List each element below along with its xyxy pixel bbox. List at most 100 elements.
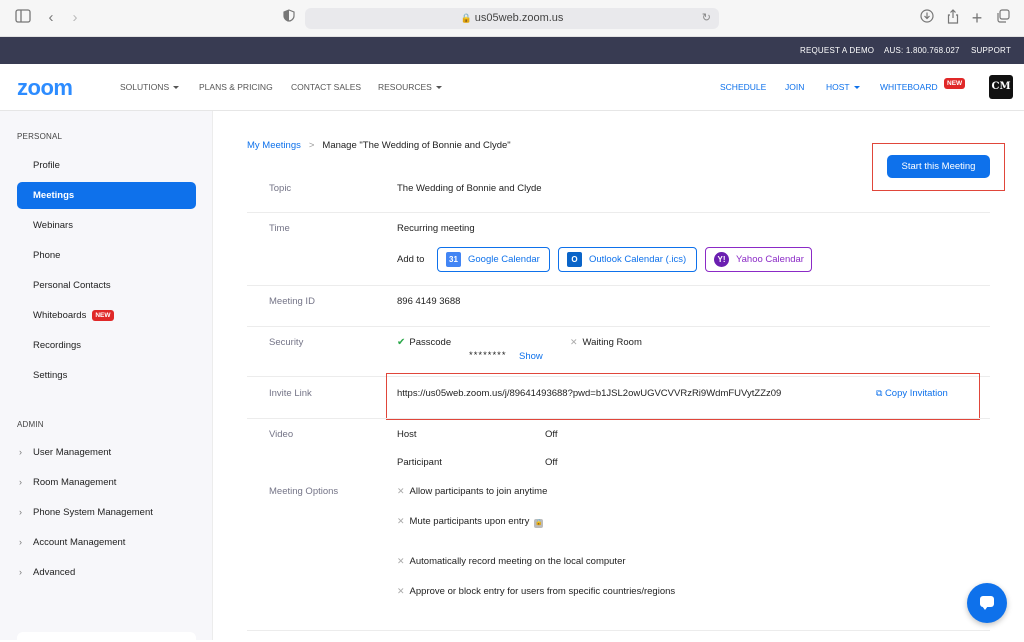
sidebar-item-settings[interactable]: Settings [17, 362, 196, 389]
sidebar-item-meetings[interactable]: Meetings [17, 182, 196, 209]
new-badge: NEW [92, 310, 114, 321]
topic-value: The Wedding of Bonnie and Clyde [397, 183, 542, 194]
divider [247, 630, 990, 631]
check-icon: ✔ [397, 337, 406, 348]
sidebar-item-webinars[interactable]: Webinars [17, 212, 196, 239]
personal-heading: PERSONAL [17, 132, 63, 141]
sidebar-item-label: Account Management [33, 537, 126, 548]
lock-icon: 🔒 [534, 519, 544, 528]
nav-whiteboard[interactable]: WHITEBOARD [880, 64, 938, 111]
share-icon[interactable] [944, 9, 962, 27]
sidebar-item-phone-system-management[interactable]: › Phone System Management [19, 507, 153, 518]
topic-label: Topic [269, 183, 292, 194]
option-approve-block-regions: ✕ Approve or block entry for users from s… [397, 586, 675, 597]
breadcrumb-current: Manage "The Wedding of Bonnie and Clyde" [322, 140, 511, 151]
sidebar-item-phone[interactable]: Phone [17, 242, 196, 269]
forward-icon[interactable]: › [66, 9, 84, 27]
request-demo-link[interactable]: REQUEST A DEMO [800, 37, 874, 64]
chat-icon-tail [982, 606, 988, 610]
copy-icon: ⧉ [876, 388, 885, 398]
meeting-options-label: Meeting Options [269, 486, 339, 497]
passcode-masked: ******** [469, 350, 507, 361]
support-link[interactable]: SUPPORT [971, 37, 1011, 64]
chevron-down-icon [173, 86, 180, 90]
tabs-icon[interactable] [994, 9, 1012, 27]
option-join-anytime: ✕ Allow participants to join anytime [397, 486, 547, 497]
yahoo-calendar-button[interactable]: Y! Yahoo Calendar [705, 247, 812, 272]
option-label: Allow participants to join anytime [409, 486, 548, 497]
nav-resources-label: RESOURCES [378, 82, 432, 92]
nav-contact-sales[interactable]: CONTACT SALES [291, 64, 361, 111]
copy-invitation-button[interactable]: ⧉ Copy Invitation [876, 388, 948, 399]
avatar[interactable]: CM [989, 75, 1013, 99]
top-utility-bar: REQUEST A DEMO AUS: 1.800.768.027 SUPPOR… [0, 37, 1024, 64]
sidebar-footer-card [17, 632, 196, 642]
chevron-down-icon [853, 86, 860, 90]
chevron-right-icon: › [19, 537, 22, 547]
x-icon: ✕ [570, 337, 578, 347]
option-label: Mute participants upon entry [409, 516, 530, 527]
x-icon: ✕ [397, 556, 405, 566]
outlook-calendar-button[interactable]: O Outlook Calendar (.ics) [558, 247, 697, 272]
chat-button[interactable] [967, 583, 1007, 623]
meeting-id-value: 896 4149 3688 [397, 296, 461, 307]
host-video-label: Host [397, 429, 417, 440]
x-icon: ✕ [397, 586, 405, 596]
nav-join[interactable]: JOIN [785, 64, 804, 111]
participant-video-label: Participant [397, 457, 442, 468]
sidebar-icon[interactable] [14, 9, 32, 27]
sidebar-item-personal-contacts[interactable]: Personal Contacts [17, 272, 196, 299]
phone-number[interactable]: AUS: 1.800.768.027 [884, 37, 960, 64]
breadcrumb-my-meetings[interactable]: My Meetings [247, 140, 301, 151]
option-mute-upon-entry: ✕ Mute participants upon entry 🔒 [397, 516, 544, 528]
sidebar-item-room-management[interactable]: › Room Management [19, 477, 116, 488]
invite-link-url[interactable]: https://us05web.zoom.us/j/89641493688?pw… [397, 388, 781, 399]
option-auto-record: ✕ Automatically record meeting on the loc… [397, 556, 626, 567]
sidebar-item-advanced[interactable]: › Advanced [19, 567, 75, 578]
nav-solutions[interactable]: SOLUTIONS [120, 64, 180, 111]
main-nav: zoom SOLUTIONS PLANS & PRICING CONTACT S… [0, 64, 1024, 111]
option-label: Automatically record meeting on the loca… [409, 556, 626, 567]
shield-icon [280, 9, 298, 27]
address-bar[interactable]: 🔒 us05web.zoom.us ↻ [305, 8, 719, 29]
chevron-right-icon: › [19, 477, 22, 487]
sidebar-item-label: Whiteboards [33, 310, 87, 321]
chevron-right-icon: › [19, 447, 22, 457]
google-calendar-icon: 31 [446, 252, 461, 267]
nav-schedule[interactable]: SCHEDULE [720, 64, 766, 111]
start-meeting-button[interactable]: Start this Meeting [887, 155, 990, 178]
breadcrumb: My Meetings > Manage "The Wedding of Bonni… [247, 140, 511, 151]
reload-icon[interactable]: ↻ [702, 8, 711, 29]
zoom-logo[interactable]: zoom [17, 75, 73, 101]
x-icon: ✕ [397, 516, 405, 526]
divider [247, 285, 990, 286]
nav-resources[interactable]: RESOURCES [378, 64, 442, 111]
sidebar-item-account-management[interactable]: › Account Management [19, 537, 125, 548]
browser-toolbar: ‹ › 🔒 us05web.zoom.us ↻ + [0, 0, 1024, 37]
video-label: Video [269, 429, 294, 440]
google-calendar-label: Google Calendar [468, 254, 540, 265]
invite-link-label: Invite Link [269, 388, 312, 399]
breadcrumb-separator: > [308, 140, 315, 151]
add-to-label: Add to [397, 254, 425, 265]
nav-plans[interactable]: PLANS & PRICING [199, 64, 273, 111]
time-value: Recurring meeting [397, 223, 475, 234]
divider [247, 212, 990, 213]
download-icon[interactable] [918, 9, 936, 27]
passcode-setting: ✔ Passcode [397, 337, 451, 348]
nav-host[interactable]: HOST [826, 64, 860, 111]
sidebar-item-profile[interactable]: Profile [17, 152, 196, 179]
sidebar-item-user-management[interactable]: › User Management [19, 447, 111, 458]
sidebar-item-recordings[interactable]: Recordings [17, 332, 196, 359]
sidebar-item-whiteboards[interactable]: Whiteboards NEW [17, 302, 196, 329]
new-badge: NEW [944, 78, 966, 89]
host-video-value: Off [545, 429, 558, 440]
google-calendar-button[interactable]: 31 Google Calendar [437, 247, 550, 272]
passcode-label: Passcode [409, 337, 452, 348]
new-tab-icon[interactable]: + [968, 9, 986, 27]
show-passcode-link[interactable]: Show [519, 351, 543, 362]
chevron-right-icon: › [19, 507, 22, 517]
x-icon: ✕ [397, 486, 405, 496]
waiting-room-setting: ✕ Waiting Room [570, 337, 642, 348]
back-icon[interactable]: ‹ [42, 9, 60, 27]
